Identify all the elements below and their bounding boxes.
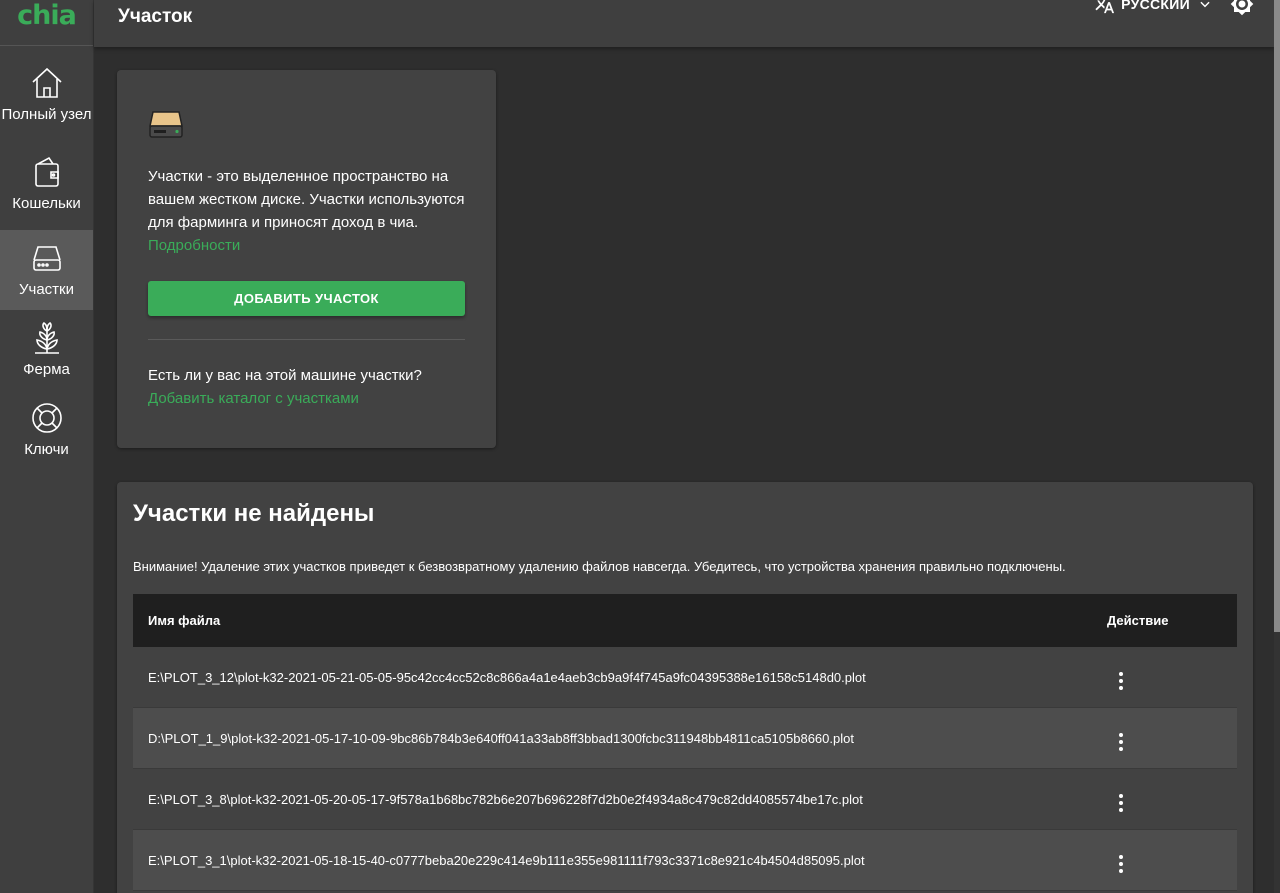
sidebar-item-full-node[interactable]: Полный узел (0, 46, 93, 138)
sidebar-item-label: Полный узел (1, 105, 92, 123)
add-plot-directory-link[interactable]: Добавить каталог с участками (148, 390, 359, 407)
sidebar-item-label: Ферма (23, 360, 70, 378)
plot-filename: E:\PLOT_3_1\plot-k32-2021-05-18-15-40-c0… (148, 852, 865, 868)
sidebar-item-plots[interactable]: Участки (0, 230, 93, 310)
home-icon (31, 67, 62, 98)
plot-filename: D:\PLOT_1_9\plot-k32-2021-05-17-10-09-9b… (148, 730, 854, 746)
sidebar-item-farm[interactable]: Ферма (0, 310, 93, 390)
app-root: chia Полный узел Кошельки Участки Ферма … (0, 0, 1280, 893)
plant-icon (34, 321, 59, 354)
brightness-icon[interactable] (1230, 0, 1254, 16)
row-action (1107, 664, 1237, 690)
sidebar: chia Полный узел Кошельки Участки Ферма … (0, 0, 94, 893)
sidebar-item-label: Ключи (24, 440, 69, 458)
header-actions: РУССКИЙ (1093, 0, 1254, 16)
plot-filename: E:\PLOT_3_8\plot-k32-2021-05-20-05-17-9f… (148, 791, 863, 807)
language-label: РУССКИЙ (1121, 0, 1190, 12)
table-row: E:\PLOT_3_8\plot-k32-2021-05-20-05-17-9f… (133, 769, 1237, 830)
sidebar-item-label: Кошельки (12, 194, 81, 212)
chia-logo[interactable]: chia (17, 0, 77, 31)
more-vert-icon[interactable] (1119, 733, 1123, 751)
sidebar-item-keys[interactable]: Ключи (0, 390, 93, 470)
table-row: E:\PLOT_3_1\plot-k32-2021-05-18-15-40-c0… (133, 830, 1237, 891)
add-plot-button[interactable]: ДОБАВИТЬ УЧАСТОК (148, 281, 465, 316)
learn-more-link[interactable]: Подробности (148, 237, 240, 254)
plots-info-card: Участки - это выделенное пространство на… (117, 70, 496, 448)
missing-plots-title: Участки не найдены (133, 500, 375, 527)
existing-plots-question: Есть ли у вас на этой машине участки? До… (148, 364, 465, 410)
table-row: E:\PLOT_3_12\plot-k32-2021-05-21-05-05-9… (133, 647, 1237, 708)
row-action (1107, 786, 1237, 812)
scrollbar-thumb[interactable] (1274, 0, 1280, 632)
language-selector[interactable]: РУССКИЙ (1093, 0, 1212, 15)
chevron-down-icon (1200, 1, 1210, 8)
missing-plots-card: Участки не найдены Внимание! Удаление эт… (117, 482, 1253, 893)
hard-drive-icon (149, 111, 183, 138)
sidebar-item-wallets[interactable]: Кошельки (0, 138, 93, 230)
divider (148, 339, 465, 340)
lifebuoy-icon (31, 402, 62, 433)
translate-icon (1095, 0, 1115, 14)
plots-description: Участки - это выделенное пространство на… (148, 165, 465, 257)
more-vert-icon[interactable] (1119, 855, 1123, 873)
question-text: Есть ли у вас на этой машине участки? (148, 367, 422, 384)
delete-warning: Внимание! Удаление этих участков приведе… (133, 559, 1066, 574)
table-header: Имя файла Действие (133, 594, 1237, 647)
hdd-icon (32, 245, 61, 271)
column-header-filename: Имя файла (148, 613, 221, 628)
logo-area: chia (0, 0, 93, 46)
column-header-action: Действие (1107, 613, 1169, 628)
row-action (1107, 847, 1237, 873)
plot-filename: E:\PLOT_3_12\plot-k32-2021-05-21-05-05-9… (148, 669, 866, 685)
row-action (1107, 725, 1237, 751)
wallet-icon (34, 156, 59, 187)
missing-plots-table: Имя файла Действие E:\PLOT_3_12\plot-k32… (133, 594, 1237, 891)
top-app-bar: Участок РУССКИЙ (94, 0, 1274, 47)
more-vert-icon[interactable] (1119, 794, 1123, 812)
page-title: Участок (118, 5, 193, 27)
table-row: D:\PLOT_1_9\plot-k32-2021-05-17-10-09-9b… (133, 708, 1237, 769)
sidebar-item-label: Участки (19, 280, 74, 298)
plots-description-text: Участки - это выделенное пространство на… (148, 168, 465, 231)
more-vert-icon[interactable] (1119, 672, 1123, 690)
